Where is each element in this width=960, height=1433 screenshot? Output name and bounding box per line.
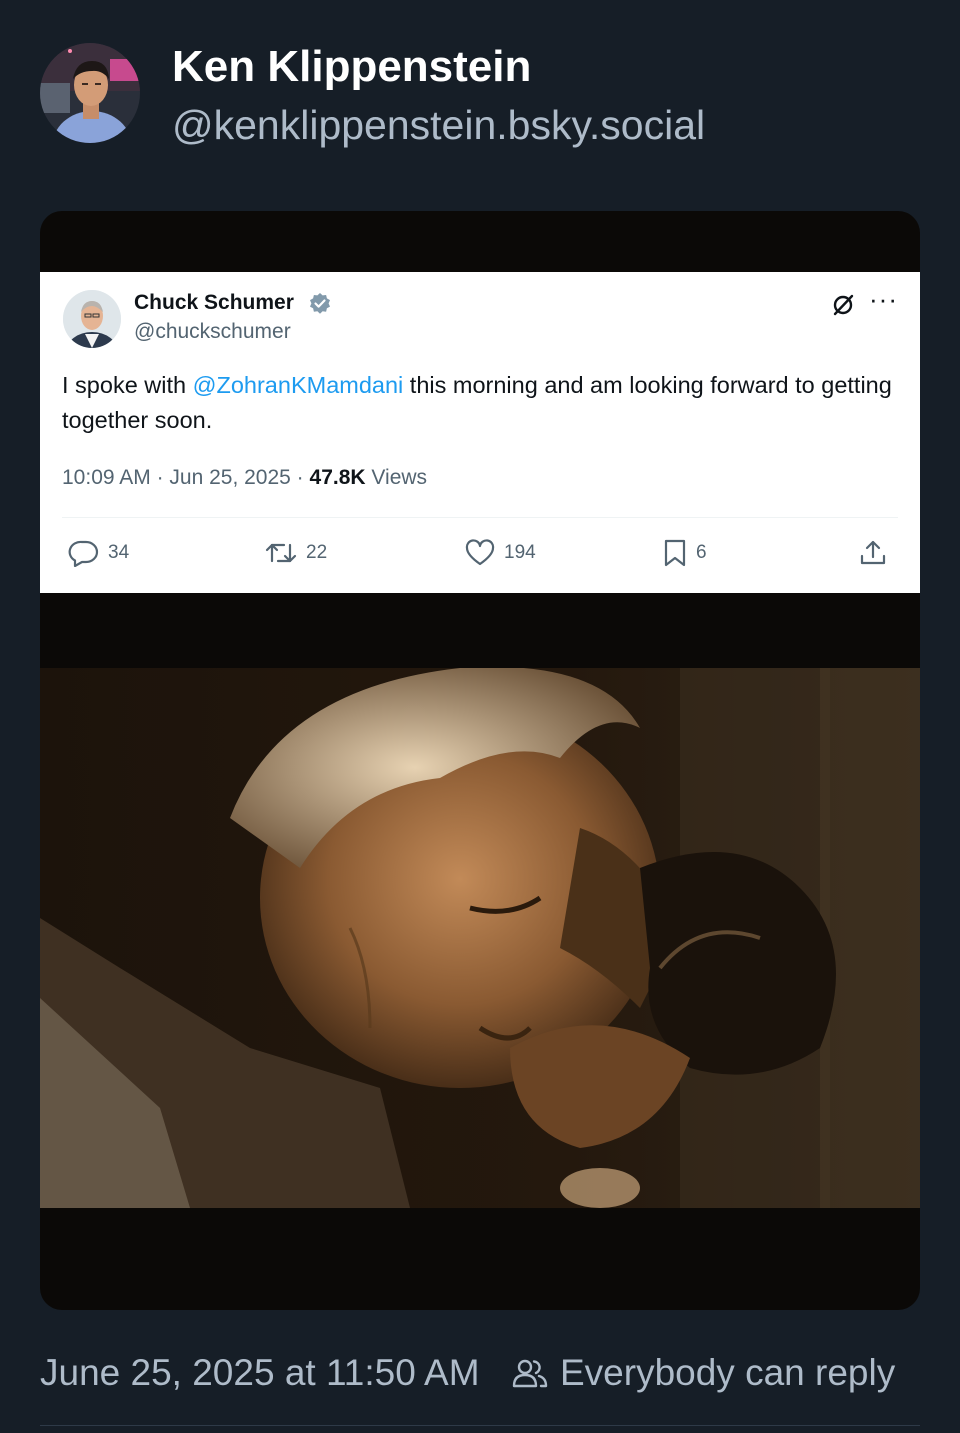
reply-count: 34 <box>68 538 129 568</box>
embedded-tweet-screenshot: Chuck Schumer @chuckschumer ··· I spoke … <box>40 272 920 593</box>
embedded-tweet-text: I spoke with @ZohranKMamdani this mornin… <box>62 372 892 433</box>
author-avatar[interactable] <box>40 43 140 143</box>
reply-setting: Everybody can reply <box>512 1350 895 1396</box>
author-handle[interactable]: @kenklippenstein.bsky.social <box>172 100 705 150</box>
reply-icon <box>68 540 99 567</box>
post-timestamp: June 25, 2025 at 11:50 AM <box>40 1352 480 1393</box>
film-still-image <box>40 668 920 1208</box>
verified-badge-icon <box>310 293 330 314</box>
author-name[interactable]: Ken Klippenstein <box>172 40 531 94</box>
embedded-tweet-meta: 10:09 AM · Jun 25, 2025 · 47.8K Views <box>62 466 428 489</box>
mention-link: @ZohranKMamdani <box>192 372 404 398</box>
grok-icon <box>833 294 854 316</box>
embedded-author-handle: @chuckschumer <box>134 320 291 343</box>
share-icon <box>860 540 886 565</box>
embedded-divider <box>62 517 898 518</box>
views-count: 47.8K <box>309 466 366 489</box>
share-button <box>858 538 896 568</box>
people-icon <box>512 1359 548 1388</box>
heart-icon <box>465 539 495 566</box>
repost-icon <box>265 543 297 563</box>
embedded-avatar <box>63 290 121 348</box>
embedded-author-name: Chuck Schumer <box>134 291 294 314</box>
bottom-divider <box>40 1425 920 1426</box>
repost-count: 22 <box>264 538 327 568</box>
post-image[interactable]: Chuck Schumer @chuckschumer ··· I spoke … <box>40 211 920 1310</box>
bookmark-count: 6 <box>662 538 707 568</box>
more-icon: ··· <box>869 284 898 314</box>
like-count: 194 <box>464 538 536 568</box>
bookmark-icon <box>664 539 686 567</box>
